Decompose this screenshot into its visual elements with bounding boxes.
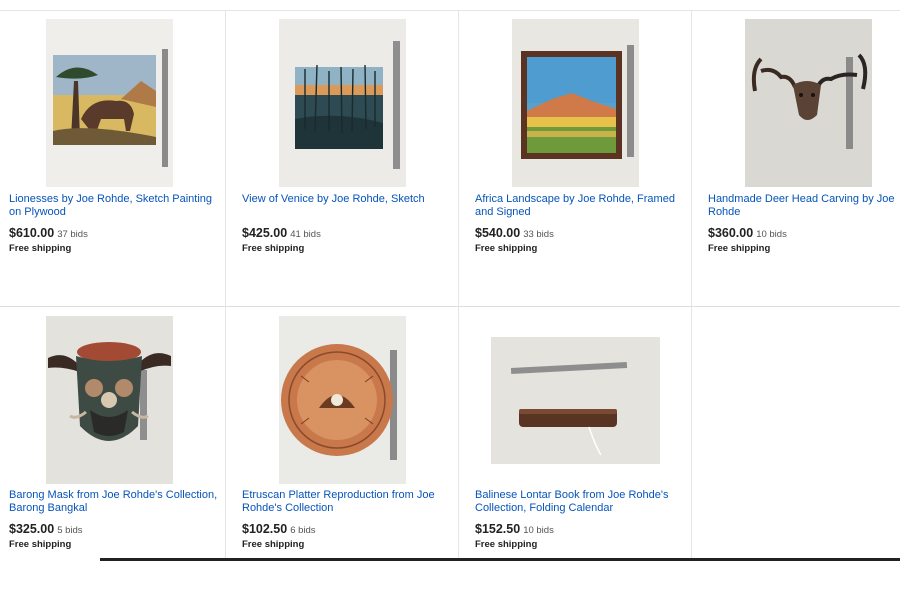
listing-price: $102.50 [242, 522, 288, 536]
bid-count: 10 bids [756, 229, 787, 240]
shipping-info: Free shipping [242, 243, 305, 254]
shipping-info: Free shipping [9, 539, 72, 550]
listing-image-deer-head[interactable] [745, 19, 872, 187]
listing-price: $610.00 [9, 226, 55, 240]
listing-title[interactable]: Barong Mask from Joe Rohde's Collection,… [9, 489, 221, 515]
shipping-info: Free shipping [475, 539, 538, 550]
listing-card[interactable]: View of Venice by Joe Rohde, Sketch $425… [233, 11, 465, 307]
listing-price: $152.50 [475, 522, 521, 536]
listing-title[interactable]: Balinese Lontar Book from Joe Rohde's Co… [475, 489, 687, 515]
listing-title[interactable]: Africa Landscape by Joe Rohde, Framed an… [475, 193, 687, 219]
listing-price: $425.00 [242, 226, 288, 240]
listing-title[interactable]: View of Venice by Joe Rohde, Sketch [242, 193, 454, 206]
shipping-info: Free shipping [475, 243, 538, 254]
bid-count: 6 bids [290, 525, 316, 536]
listing-price: $540.00 [475, 226, 521, 240]
listing-card[interactable]: Africa Landscape by Joe Rohde, Framed an… [466, 11, 698, 307]
price-row: $610.00 37 bids [9, 224, 88, 242]
listing-price: $360.00 [708, 226, 754, 240]
bid-count: 5 bids [57, 525, 83, 536]
bid-count: 33 bids [523, 229, 554, 240]
price-row: $102.50 6 bids [242, 520, 316, 538]
bid-count: 37 bids [57, 229, 88, 240]
listing-price: $325.00 [9, 522, 55, 536]
price-row: $325.00 5 bids [9, 520, 83, 538]
shipping-info: Free shipping [708, 243, 771, 254]
price-row: $540.00 33 bids [475, 224, 554, 242]
listing-image-lionesses[interactable] [46, 19, 173, 187]
listing-image-africa-landscape[interactable] [512, 19, 639, 187]
shipping-info: Free shipping [9, 243, 72, 254]
listing-title[interactable]: Handmade Deer Head Carving by Joe Rohde [708, 193, 900, 219]
price-row: $152.50 10 bids [475, 520, 554, 538]
shipping-info: Free shipping [242, 539, 305, 550]
listing-card[interactable]: Lionesses by Joe Rohde, Sketch Painting … [0, 11, 232, 307]
listing-image-etruscan-platter[interactable] [279, 316, 406, 484]
listing-image-barong-mask[interactable] [46, 316, 173, 484]
listing-image-venice[interactable] [279, 19, 406, 187]
bid-count: 41 bids [290, 229, 321, 240]
price-row: $425.00 41 bids [242, 224, 321, 242]
bid-count: 10 bids [523, 525, 554, 536]
listing-image-lontar-book[interactable] [491, 337, 660, 464]
listing-card[interactable]: Handmade Deer Head Carving by Joe Rohde … [699, 11, 900, 307]
price-row: $360.00 10 bids [708, 224, 787, 242]
listing-title[interactable]: Etruscan Platter Reproduction from Joe R… [242, 489, 454, 515]
listing-title[interactable]: Lionesses by Joe Rohde, Sketch Painting … [9, 193, 221, 219]
